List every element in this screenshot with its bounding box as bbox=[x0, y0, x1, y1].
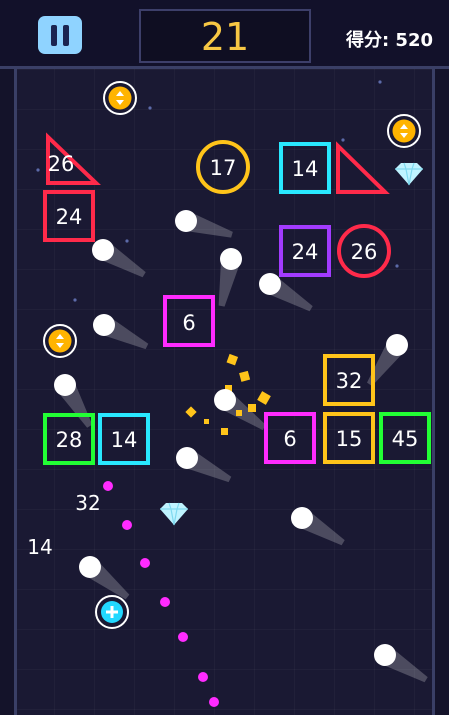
floating-number: 32 bbox=[75, 491, 100, 515]
block-value: 45 bbox=[392, 427, 419, 451]
block-value: 28 bbox=[56, 428, 83, 452]
block-square: 14 bbox=[98, 413, 150, 465]
ball bbox=[93, 314, 115, 336]
block-value: 6 bbox=[182, 311, 195, 335]
floating-number: 14 bbox=[27, 535, 52, 559]
block-square: 15 bbox=[323, 412, 375, 464]
ball bbox=[214, 389, 236, 411]
block-square: 14 bbox=[279, 142, 331, 194]
block-square: 6 bbox=[163, 295, 215, 347]
block-value: 32 bbox=[336, 369, 363, 393]
aim-dot bbox=[178, 632, 188, 642]
block-value: 14 bbox=[292, 157, 319, 181]
block-value: 24 bbox=[292, 240, 319, 264]
block-circle: 26 bbox=[337, 224, 391, 278]
aim-dot bbox=[122, 520, 132, 530]
aim-dot bbox=[160, 597, 170, 607]
ball bbox=[175, 210, 197, 232]
block-value: 24 bbox=[56, 205, 83, 229]
block-square: 32 bbox=[323, 354, 375, 406]
ball bbox=[374, 644, 396, 666]
ball bbox=[54, 374, 76, 396]
game-scene: 26 24 17 14 24 26 6 32 28 14 6 15 45 32 … bbox=[27, 80, 431, 707]
coin-arrows-icon bbox=[103, 81, 137, 115]
ball bbox=[92, 239, 114, 261]
diamond-icon bbox=[160, 502, 188, 526]
block-value: 26 bbox=[351, 240, 378, 264]
aim-dot bbox=[209, 697, 219, 707]
block-value: 26 bbox=[48, 152, 75, 176]
aim-dot bbox=[198, 672, 208, 682]
ball bbox=[220, 248, 242, 270]
aim-dot bbox=[140, 558, 150, 568]
block-value: 6 bbox=[283, 427, 296, 451]
diamond-icon bbox=[395, 162, 423, 186]
aim-dot bbox=[103, 481, 113, 491]
block-value: 17 bbox=[210, 156, 237, 180]
block-triangle: 26 bbox=[46, 132, 101, 185]
block-square: 24 bbox=[43, 190, 95, 242]
coin-arrows-icon bbox=[387, 114, 421, 148]
plus-ball-icon bbox=[95, 595, 129, 629]
ball bbox=[79, 556, 101, 578]
coin-arrows-icon bbox=[43, 324, 77, 358]
block-triangle bbox=[336, 141, 390, 194]
block-value: 15 bbox=[336, 427, 363, 451]
ball bbox=[259, 273, 281, 295]
block-value: 14 bbox=[111, 428, 138, 452]
ball bbox=[386, 334, 408, 356]
ball bbox=[176, 447, 198, 469]
block-square: 24 bbox=[279, 225, 331, 277]
block-square: 6 bbox=[264, 412, 316, 464]
block-circle: 17 bbox=[196, 140, 250, 194]
block-square: 45 bbox=[379, 412, 431, 464]
ball bbox=[291, 507, 313, 529]
